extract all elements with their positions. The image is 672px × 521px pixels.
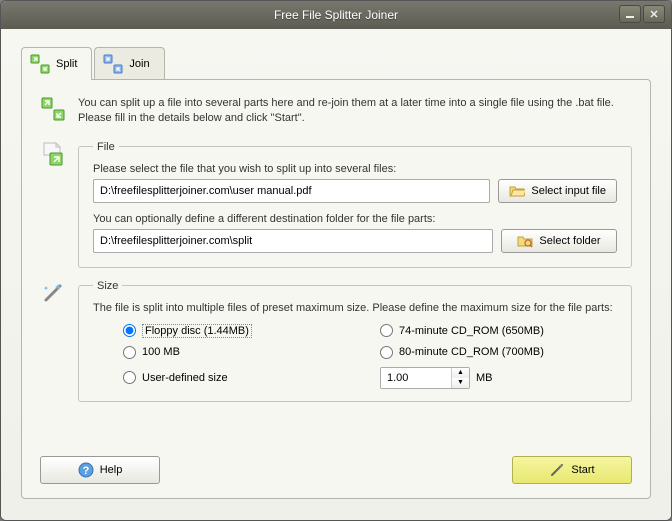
size-intro: The file is split into multiple files of… xyxy=(93,302,617,314)
help-label: Help xyxy=(100,464,123,476)
select-file-label: Please select the file that you wish to … xyxy=(93,163,617,175)
tab-split-label: Split xyxy=(56,58,77,70)
wand-small-icon xyxy=(549,462,565,478)
size-unit: MB xyxy=(476,372,493,384)
radio-cd80[interactable]: 80-minute CD_ROM (700MB) xyxy=(380,346,617,359)
bottom-bar: ? Help Start xyxy=(40,456,632,484)
minimize-button[interactable] xyxy=(619,5,641,23)
tab-join[interactable]: Join xyxy=(94,47,164,80)
spinner-down[interactable]: ▼ xyxy=(452,378,469,388)
content-area: Split Join You can split up a file into … xyxy=(1,29,671,521)
radio-floppy[interactable]: Floppy disc (1.44MB) xyxy=(123,324,360,338)
radio-cd74[interactable]: 74-minute CD_ROM (650MB) xyxy=(380,324,617,338)
tab-join-label: Join xyxy=(129,58,149,70)
tab-bar: Split Join xyxy=(21,47,651,80)
split-icon xyxy=(30,54,50,74)
folder-search-icon xyxy=(517,233,533,249)
start-label: Start xyxy=(571,464,594,476)
start-button[interactable]: Start xyxy=(512,456,632,484)
window-controls xyxy=(619,5,665,23)
help-icon: ? xyxy=(78,462,94,478)
join-icon xyxy=(103,54,123,74)
size-spinner[interactable]: ▲ ▼ xyxy=(380,367,470,389)
window-title: Free File Splitter Joiner xyxy=(274,8,398,22)
intro-text: You can split up a file into several par… xyxy=(78,96,632,127)
spinner-up[interactable]: ▲ xyxy=(452,368,469,378)
titlebar: Free File Splitter Joiner xyxy=(1,1,671,29)
radio-100mb[interactable]: 100 MB xyxy=(123,346,360,359)
select-folder-button[interactable]: Select folder xyxy=(501,229,617,253)
file-fieldset: File Please select the file that you wis… xyxy=(78,141,632,268)
dest-folder-path[interactable] xyxy=(93,229,493,253)
folder-open-icon xyxy=(509,183,525,199)
select-input-file-label: Select input file xyxy=(531,185,606,197)
dest-folder-label: You can optionally define a different de… xyxy=(93,213,617,225)
close-button[interactable] xyxy=(643,5,665,23)
file-legend: File xyxy=(93,141,119,153)
help-button[interactable]: ? Help xyxy=(40,456,160,484)
split-panel: You can split up a file into several par… xyxy=(21,79,651,499)
input-file-path[interactable] xyxy=(93,179,490,203)
split-panel-icon xyxy=(40,96,66,122)
user-size-row: ▲ ▼ MB xyxy=(380,367,617,389)
radio-user-defined[interactable]: User-defined size xyxy=(123,367,360,389)
size-spinner-input[interactable] xyxy=(381,368,451,388)
wand-icon xyxy=(40,280,66,306)
file-icon xyxy=(40,141,66,167)
svg-text:?: ? xyxy=(82,465,89,477)
select-folder-label: Select folder xyxy=(539,235,600,247)
select-input-file-button[interactable]: Select input file xyxy=(498,179,617,203)
size-legend: Size xyxy=(93,280,122,292)
app-window: Free File Splitter Joiner Split Join xyxy=(0,0,672,521)
tab-split[interactable]: Split xyxy=(21,47,92,80)
size-fieldset: Size The file is split into multiple fil… xyxy=(78,280,632,402)
